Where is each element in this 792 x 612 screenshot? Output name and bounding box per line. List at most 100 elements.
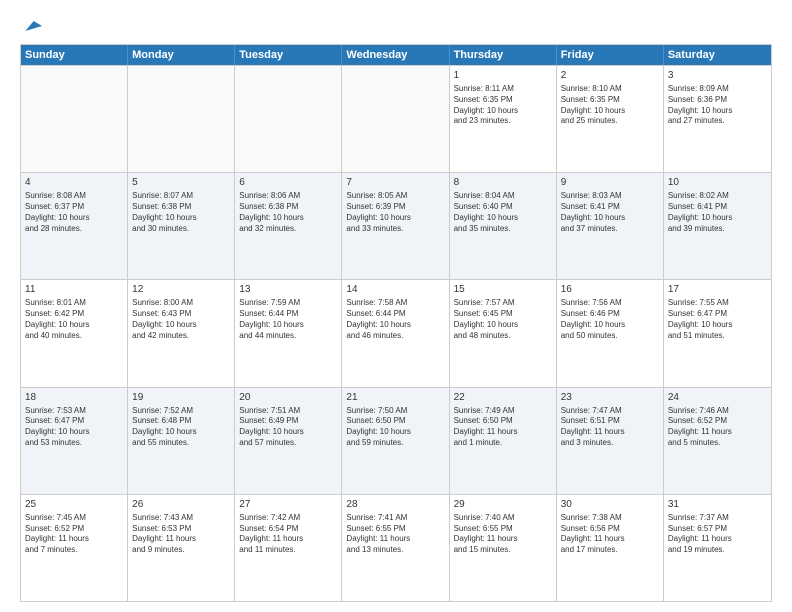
calendar-cell-1-2: 6 Sunrise: 8:06 AM Sunset: 6:38 PM Daylig… (235, 173, 342, 279)
cell-info-text: Sunrise: 7:56 AM Sunset: 6:46 PM Dayligh… (561, 298, 659, 341)
calendar-cell-3-1: 19Sunrise: 7:52 AM Sunset: 6:48 PM Dayli… (128, 388, 235, 494)
day-number: 26 (132, 498, 230, 511)
page: SundayMondayTuesdayWednesdayThursdayFrid… (0, 0, 792, 612)
weekday-header-saturday: Saturday (664, 45, 771, 65)
calendar-body: 1 Sunrise: 8:11 AM Sunset: 6:35 PM Daylig… (21, 65, 771, 601)
day-number: 30 (561, 498, 659, 511)
logo-icon (22, 16, 42, 36)
calendar-row-2: 11Sunrise: 8:01 AM Sunset: 6:42 PM Dayli… (21, 279, 771, 386)
cell-info-text: Sunrise: 7:46 AM Sunset: 6:52 PM Dayligh… (668, 406, 767, 449)
cell-info-text: Sunrise: 8:09 AM Sunset: 6:36 PM Dayligh… (668, 84, 767, 127)
cell-info-text: Sunrise: 7:49 AM Sunset: 6:50 PM Dayligh… (454, 406, 552, 449)
day-number: 7 (346, 176, 444, 189)
day-number: 6 (239, 176, 337, 189)
day-number: 17 (668, 283, 767, 296)
day-number: 27 (239, 498, 337, 511)
cell-info-text: Sunrise: 8:00 AM Sunset: 6:43 PM Dayligh… (132, 298, 230, 341)
cell-info-text: Sunrise: 7:58 AM Sunset: 6:44 PM Dayligh… (346, 298, 444, 341)
day-number: 25 (25, 498, 123, 511)
calendar-cell-4-3: 28 Sunrise: 7:41 AM Sunset: 6:55 PM Dayli… (342, 495, 449, 601)
day-number: 1 (454, 69, 552, 82)
weekday-header-tuesday: Tuesday (235, 45, 342, 65)
weekday-header-wednesday: Wednesday (342, 45, 449, 65)
cell-info-text: Sunrise: 7:40 AM Sunset: 6:55 PM Dayligh… (454, 513, 552, 556)
calendar-cell-2-2: 13Sunrise: 7:59 AM Sunset: 6:44 PM Dayli… (235, 280, 342, 386)
cell-info-text: Sunrise: 8:08 AM Sunset: 6:37 PM Dayligh… (25, 191, 123, 234)
calendar-cell-2-1: 12 Sunrise: 8:00 AM Sunset: 6:43 PM Dayli… (128, 280, 235, 386)
cell-info-text: Sunrise: 7:57 AM Sunset: 6:45 PM Dayligh… (454, 298, 552, 341)
cell-info-text: Sunrise: 8:10 AM Sunset: 6:35 PM Dayligh… (561, 84, 659, 127)
day-number: 24 (668, 391, 767, 404)
calendar-row-1: 4 Sunrise: 8:08 AM Sunset: 6:37 PM Daylig… (21, 172, 771, 279)
calendar-cell-1-3: 7 Sunrise: 8:05 AM Sunset: 6:39 PM Daylig… (342, 173, 449, 279)
calendar-cell-0-1 (128, 66, 235, 172)
calendar-cell-4-6: 31Sunrise: 7:37 AM Sunset: 6:57 PM Dayli… (664, 495, 771, 601)
cell-info-text: Sunrise: 7:52 AM Sunset: 6:48 PM Dayligh… (132, 406, 230, 449)
day-number: 10 (668, 176, 767, 189)
day-number: 14 (346, 283, 444, 296)
cell-info-text: Sunrise: 7:45 AM Sunset: 6:52 PM Dayligh… (25, 513, 123, 556)
calendar-row-4: 25 Sunrise: 7:45 AM Sunset: 6:52 PM Dayli… (21, 494, 771, 601)
calendar-cell-4-2: 27 Sunrise: 7:42 AM Sunset: 6:54 PM Dayli… (235, 495, 342, 601)
calendar-cell-3-6: 24 Sunrise: 7:46 AM Sunset: 6:52 PM Dayli… (664, 388, 771, 494)
calendar: SundayMondayTuesdayWednesdayThursdayFrid… (20, 44, 772, 602)
day-number: 4 (25, 176, 123, 189)
header (20, 16, 772, 36)
calendar-cell-3-3: 21 Sunrise: 7:50 AM Sunset: 6:50 PM Dayli… (342, 388, 449, 494)
day-number: 16 (561, 283, 659, 296)
cell-info-text: Sunrise: 8:02 AM Sunset: 6:41 PM Dayligh… (668, 191, 767, 234)
calendar-cell-3-5: 23 Sunrise: 7:47 AM Sunset: 6:51 PM Dayli… (557, 388, 664, 494)
day-number: 3 (668, 69, 767, 82)
calendar-cell-1-4: 8Sunrise: 8:04 AM Sunset: 6:40 PM Daylig… (450, 173, 557, 279)
day-number: 8 (454, 176, 552, 189)
calendar-cell-1-0: 4 Sunrise: 8:08 AM Sunset: 6:37 PM Daylig… (21, 173, 128, 279)
calendar-cell-2-0: 11Sunrise: 8:01 AM Sunset: 6:42 PM Dayli… (21, 280, 128, 386)
cell-info-text: Sunrise: 7:38 AM Sunset: 6:56 PM Dayligh… (561, 513, 659, 556)
calendar-row-3: 18 Sunrise: 7:53 AM Sunset: 6:47 PM Dayli… (21, 387, 771, 494)
day-number: 18 (25, 391, 123, 404)
day-number: 5 (132, 176, 230, 189)
day-number: 28 (346, 498, 444, 511)
calendar-header: SundayMondayTuesdayWednesdayThursdayFrid… (21, 45, 771, 65)
day-number: 20 (239, 391, 337, 404)
calendar-cell-0-3 (342, 66, 449, 172)
calendar-cell-4-1: 26 Sunrise: 7:43 AM Sunset: 6:53 PM Dayli… (128, 495, 235, 601)
cell-info-text: Sunrise: 7:50 AM Sunset: 6:50 PM Dayligh… (346, 406, 444, 449)
calendar-cell-3-2: 20Sunrise: 7:51 AM Sunset: 6:49 PM Dayli… (235, 388, 342, 494)
cell-info-text: Sunrise: 7:55 AM Sunset: 6:47 PM Dayligh… (668, 298, 767, 341)
cell-info-text: Sunrise: 8:07 AM Sunset: 6:38 PM Dayligh… (132, 191, 230, 234)
day-number: 13 (239, 283, 337, 296)
cell-info-text: Sunrise: 8:11 AM Sunset: 6:35 PM Dayligh… (454, 84, 552, 127)
calendar-cell-2-6: 17 Sunrise: 7:55 AM Sunset: 6:47 PM Dayli… (664, 280, 771, 386)
cell-info-text: Sunrise: 8:03 AM Sunset: 6:41 PM Dayligh… (561, 191, 659, 234)
day-number: 23 (561, 391, 659, 404)
day-number: 2 (561, 69, 659, 82)
calendar-cell-4-0: 25 Sunrise: 7:45 AM Sunset: 6:52 PM Dayli… (21, 495, 128, 601)
calendar-cell-3-4: 22 Sunrise: 7:49 AM Sunset: 6:50 PM Dayli… (450, 388, 557, 494)
day-number: 9 (561, 176, 659, 189)
cell-info-text: Sunrise: 7:41 AM Sunset: 6:55 PM Dayligh… (346, 513, 444, 556)
cell-info-text: Sunrise: 8:06 AM Sunset: 6:38 PM Dayligh… (239, 191, 337, 234)
cell-info-text: Sunrise: 7:42 AM Sunset: 6:54 PM Dayligh… (239, 513, 337, 556)
cell-info-text: Sunrise: 7:37 AM Sunset: 6:57 PM Dayligh… (668, 513, 767, 556)
calendar-cell-2-4: 15 Sunrise: 7:57 AM Sunset: 6:45 PM Dayli… (450, 280, 557, 386)
cell-info-text: Sunrise: 7:53 AM Sunset: 6:47 PM Dayligh… (25, 406, 123, 449)
calendar-cell-1-5: 9 Sunrise: 8:03 AM Sunset: 6:41 PM Daylig… (557, 173, 664, 279)
calendar-cell-4-5: 30 Sunrise: 7:38 AM Sunset: 6:56 PM Dayli… (557, 495, 664, 601)
day-number: 29 (454, 498, 552, 511)
weekday-header-thursday: Thursday (450, 45, 557, 65)
calendar-cell-1-6: 10 Sunrise: 8:02 AM Sunset: 6:41 PM Dayli… (664, 173, 771, 279)
day-number: 12 (132, 283, 230, 296)
cell-info-text: Sunrise: 7:43 AM Sunset: 6:53 PM Dayligh… (132, 513, 230, 556)
cell-info-text: Sunrise: 7:47 AM Sunset: 6:51 PM Dayligh… (561, 406, 659, 449)
weekday-header-friday: Friday (557, 45, 664, 65)
day-number: 11 (25, 283, 123, 296)
cell-info-text: Sunrise: 8:05 AM Sunset: 6:39 PM Dayligh… (346, 191, 444, 234)
calendar-cell-0-2 (235, 66, 342, 172)
day-number: 22 (454, 391, 552, 404)
day-number: 21 (346, 391, 444, 404)
calendar-cell-0-0 (21, 66, 128, 172)
calendar-cell-2-3: 14 Sunrise: 7:58 AM Sunset: 6:44 PM Dayli… (342, 280, 449, 386)
calendar-cell-3-0: 18 Sunrise: 7:53 AM Sunset: 6:47 PM Dayli… (21, 388, 128, 494)
day-number: 15 (454, 283, 552, 296)
